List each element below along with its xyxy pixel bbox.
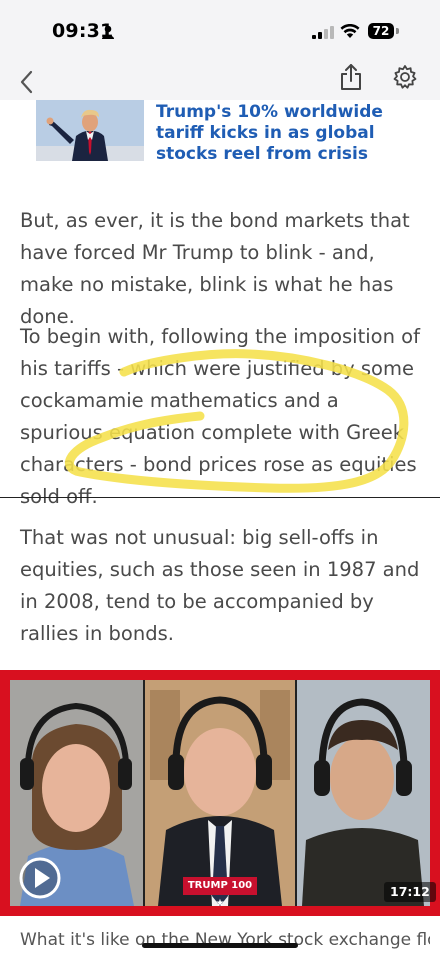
battery-icon: 72	[368, 23, 394, 39]
article-paragraph: That was not unusual: big sell-offs in e…	[20, 526, 420, 645]
video-caption: What it's like on the New York stock exc…	[20, 930, 430, 950]
navigation-bar	[0, 62, 440, 100]
trump-100-badge: TRUMP 100 ★	[183, 877, 257, 909]
video-thumbnail	[10, 680, 430, 906]
video-duration: 17:12	[384, 882, 436, 902]
related-story-card[interactable]: Trump's 10% worldwide tariff kicks in as…	[0, 100, 440, 168]
chevron-left-icon[interactable]	[14, 68, 40, 96]
cellular-signal-icon	[312, 26, 334, 39]
home-indicator[interactable]	[142, 943, 298, 948]
related-story-title[interactable]: Trump's 10% worldwide tariff kicks in as…	[156, 102, 416, 165]
person-icon	[102, 25, 114, 39]
gear-icon[interactable]	[392, 64, 418, 90]
article-paragraph: To begin with, following the imposition …	[20, 325, 420, 508]
wifi-icon	[340, 24, 360, 38]
related-story-thumbnail	[36, 100, 144, 161]
share-icon[interactable]	[338, 62, 364, 92]
article-paragraph: But, as ever, it is the bond markets tha…	[20, 209, 410, 328]
play-icon[interactable]	[18, 856, 62, 900]
status-bar: 09:31 72	[0, 0, 440, 62]
battery-cap	[396, 28, 399, 34]
section-divider	[0, 497, 440, 498]
